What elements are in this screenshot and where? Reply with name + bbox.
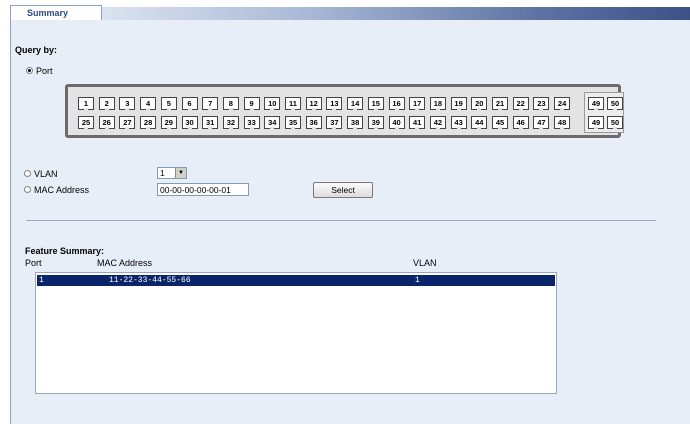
port-button[interactable]: 36 <box>305 116 322 129</box>
port-radio[interactable] <box>26 67 33 74</box>
port-button[interactable]: 21 <box>492 97 508 110</box>
port-button[interactable]: 32 <box>222 116 239 129</box>
mac-address-input[interactable]: 00-00-00-00-00-01 <box>157 183 249 196</box>
port-button[interactable]: 15 <box>367 97 384 110</box>
mac-radio[interactable] <box>24 186 31 193</box>
port-button[interactable]: 48 <box>554 116 571 129</box>
switch-port-panel: 1 2 3 4 5 6 7 8 9 10 11 12 13 14 15 16 17 18 19 20 21 22 23 24 … <box>65 84 624 138</box>
port-button[interactable]: 38 <box>347 116 364 129</box>
port-button[interactable]: 19 <box>450 97 467 110</box>
port-button[interactable]: 31 <box>202 116 219 129</box>
port-radio-label: Port <box>36 66 53 76</box>
section-divider <box>26 220 656 221</box>
port-button[interactable]: 2 <box>98 97 115 110</box>
port-button[interactable]: 10 <box>264 97 281 110</box>
chevron-down-icon[interactable]: ▼ <box>175 168 186 178</box>
port-button[interactable]: 4 <box>140 97 157 110</box>
vlan-select[interactable]: 1 ▼ <box>157 167 187 179</box>
port-button[interactable]: 1 <box>78 97 94 110</box>
port-button[interactable]: 42 <box>429 116 446 129</box>
port-button[interactable]: 20 <box>471 97 488 110</box>
port-button[interactable]: 37 <box>326 116 343 129</box>
tab-bar-gradient <box>100 7 690 20</box>
vlan-radio[interactable] <box>24 170 31 177</box>
port-button[interactable]: 24 <box>554 97 571 110</box>
summary-table[interactable]: 1 11-22-33-44-55-66 1 <box>35 272 557 394</box>
vlan-radio-label: VLAN <box>34 169 58 179</box>
port-button[interactable]: 49 <box>588 116 604 129</box>
port-button[interactable]: 6 <box>181 97 198 110</box>
port-button[interactable]: 11 <box>285 97 301 110</box>
port-button[interactable]: 22 <box>512 97 529 110</box>
port-button[interactable]: 13 <box>326 97 343 110</box>
port-button[interactable]: 7 <box>202 97 219 110</box>
mac-radio-label: MAC Address <box>34 185 90 195</box>
port-button[interactable]: 40 <box>388 116 405 129</box>
table-row[interactable]: 1 11-22-33-44-55-66 1 <box>37 275 555 286</box>
port-button[interactable]: 28 <box>140 116 157 129</box>
port-button[interactable]: 30 <box>181 116 198 129</box>
port-button[interactable]: 23 <box>533 97 550 110</box>
port-button[interactable]: 17 <box>409 97 426 110</box>
port-button[interactable]: 5 <box>160 97 177 110</box>
port-button[interactable]: 43 <box>450 116 467 129</box>
summary-panel: Query by: Port 1 2 3 4 5 6 7 8 9 10 11 12 13 14 15 16 17… <box>10 20 690 424</box>
port-button[interactable]: 34 <box>264 116 281 129</box>
port-button[interactable]: 50 <box>607 97 623 110</box>
port-button[interactable]: 26 <box>98 116 115 129</box>
port-button[interactable]: 39 <box>367 116 384 129</box>
query-by-heading: Query by: <box>15 45 58 55</box>
port-button[interactable]: 49 <box>588 97 604 110</box>
port-button[interactable]: 25 <box>78 116 94 129</box>
column-header-mac: MAC Address <box>97 258 153 268</box>
column-header-port: Port <box>25 258 42 268</box>
vlan-select-value: 1 <box>160 168 165 178</box>
cell-port: 1 <box>39 276 44 285</box>
cell-vlan: 1 <box>415 276 420 285</box>
port-button[interactable]: 9 <box>243 97 260 110</box>
port-button[interactable]: 46 <box>512 116 529 129</box>
port-button[interactable]: 50 <box>607 116 623 129</box>
port-button[interactable]: 3 <box>119 97 136 110</box>
select-button[interactable]: Select <box>313 182 373 198</box>
port-button[interactable]: 27 <box>119 116 136 129</box>
column-header-vlan: VLAN <box>413 258 437 268</box>
port-button[interactable]: 41 <box>409 116 426 129</box>
port-button[interactable]: 8 <box>222 97 239 110</box>
port-button[interactable]: 35 <box>285 116 301 129</box>
port-button[interactable]: 44 <box>471 116 488 129</box>
cell-mac: 11-22-33-44-55-66 <box>109 276 191 285</box>
port-button[interactable]: 14 <box>347 97 364 110</box>
port-button[interactable]: 12 <box>305 97 322 110</box>
port-button[interactable]: 16 <box>388 97 405 110</box>
port-button[interactable]: 33 <box>243 116 260 129</box>
feature-summary-heading: Feature Summary: <box>25 246 105 256</box>
port-button[interactable]: 18 <box>429 97 446 110</box>
tab-summary[interactable]: Summary <box>10 5 102 21</box>
port-button[interactable]: 47 <box>533 116 550 129</box>
port-button[interactable]: 29 <box>160 116 177 129</box>
port-button[interactable]: 45 <box>492 116 508 129</box>
tab-bar: Summary <box>0 0 690 21</box>
